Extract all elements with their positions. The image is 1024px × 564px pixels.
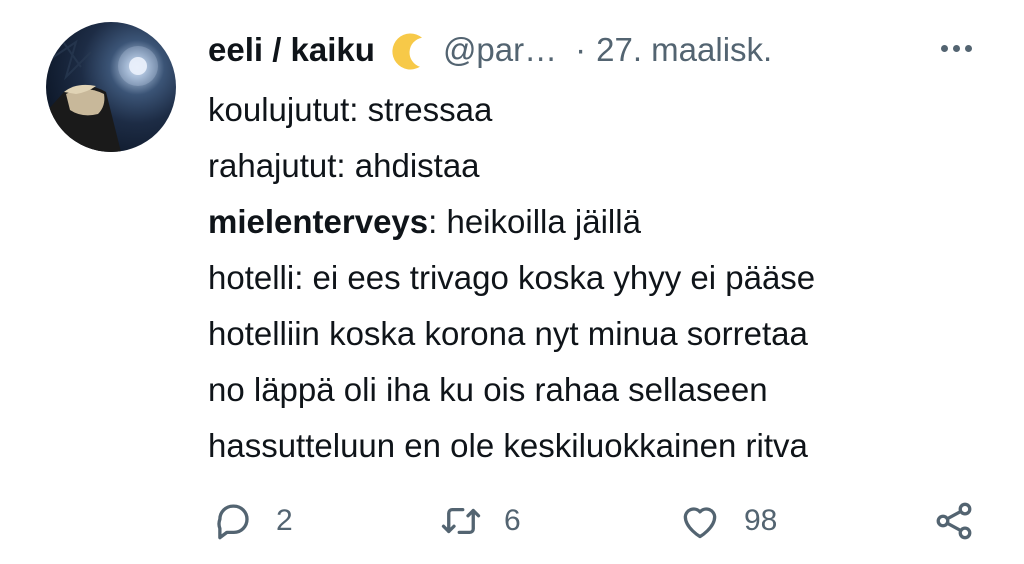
tweet-date[interactable]: 27. maalisk.	[596, 31, 772, 69]
more-horizontal-icon	[940, 44, 948, 52]
like-count: 98	[744, 504, 778, 537]
user-handle[interactable]: @par…	[443, 31, 557, 69]
avatar-image	[46, 31, 158, 152]
tweet-header: eeli / kaiku @par… · 27. maalisk.	[208, 22, 772, 78]
tweet-line: koulujutut: stressaa	[208, 91, 493, 128]
share-button[interactable]	[932, 496, 976, 546]
heart-icon	[683, 507, 717, 539]
retweet-count: 6	[504, 504, 521, 537]
bold-text: mielenterveys	[208, 203, 429, 240]
reply-icon	[217, 504, 249, 540]
tweet-actions: 2 6 98	[208, 496, 988, 546]
crescent-moon-icon	[387, 28, 431, 72]
more-options-button[interactable]	[930, 30, 982, 66]
share-icon	[936, 502, 972, 540]
tweet-line: hotelliin koska korona nyt minua sorreta…	[208, 315, 808, 352]
tweet-line: rahajutut: ahdistaa	[208, 147, 480, 184]
display-name[interactable]: eeli / kaiku	[208, 31, 375, 69]
retweet-button[interactable]: 6	[440, 496, 521, 546]
avatar[interactable]	[46, 22, 176, 152]
more-horizontal-icon	[952, 44, 960, 52]
more-horizontal-icon	[964, 44, 972, 52]
tweet-line: no läppä oli iha ku ois rahaa sellaseen	[208, 371, 768, 408]
tweet-line-text: : heikoilla jäillä	[428, 203, 641, 240]
reply-button[interactable]: 2	[212, 496, 293, 546]
header-separator: ·	[575, 31, 587, 68]
tweet-line: hassutteluun en ole keskiluokkainen ritv…	[208, 427, 808, 464]
retweet-icon	[441, 507, 481, 535]
tweet[interactable]: eeli / kaiku @par… · 27. maalisk. kouluj…	[0, 0, 1024, 564]
tweet-line: mielenterveys: heikoilla jäillä	[208, 194, 815, 250]
tweet-line: hotelli: ei ees trivago koska yhyy ei pä…	[208, 259, 816, 296]
reply-count: 2	[276, 504, 293, 537]
tweet-text: koulujutut: stressaa rahajutut: ahdistaa…	[208, 82, 815, 474]
like-button[interactable]: 98	[678, 496, 777, 546]
